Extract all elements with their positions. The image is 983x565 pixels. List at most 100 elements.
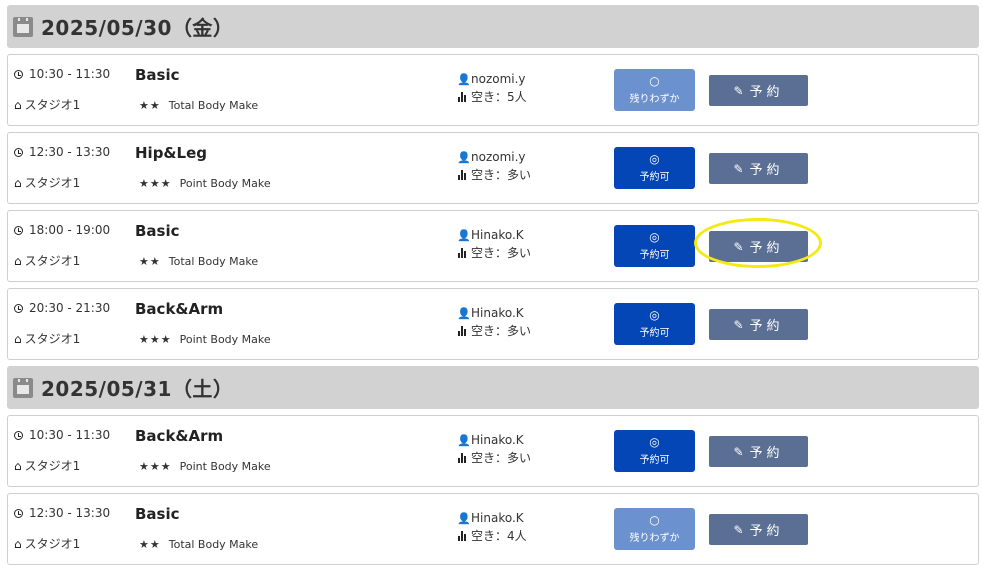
lesson-level: ★★ Total Body Make — [139, 538, 258, 551]
lesson-name: Hip&Leg — [135, 144, 207, 162]
lesson-time: 20:30 - 21:30 — [14, 301, 110, 315]
bar-chart-icon — [458, 452, 466, 463]
lesson-row: 12:30 - 13:30 ⌂ スタジオ1 Hip&Leg ★★★ Point Bo… — [7, 132, 979, 204]
lesson-level: ★★★ Point Body Make — [139, 460, 271, 473]
home-icon: ⌂ — [14, 175, 22, 190]
home-icon: ⌂ — [14, 253, 22, 268]
day-date: 2025/05/31（土） — [41, 377, 234, 401]
calendar-icon — [13, 377, 33, 398]
lesson-studio: ⌂ スタジオ1 — [14, 97, 81, 113]
lesson-level: ★★ Total Body Make — [139, 255, 258, 268]
lesson-time: 12:30 - 13:30 — [14, 506, 110, 520]
instructor: 👤 Hinako.K — [457, 433, 524, 447]
vacancy: 空き：4人 — [457, 527, 527, 544]
pencil-icon: ✎ — [733, 317, 744, 332]
lesson-name: Basic — [135, 66, 180, 84]
home-icon: ⌂ — [14, 536, 22, 551]
availability-button[interactable]: ◎ 予約可 — [614, 147, 695, 189]
difficulty-stars: ★★★ — [139, 177, 172, 190]
lesson-row: 10:30 - 11:30 ⌂ スタジオ1 Basic ★★ Total Body … — [7, 54, 979, 126]
person-icon: 👤 — [457, 72, 471, 86]
lesson-level: ★★★ Point Body Make — [139, 333, 271, 346]
program-name: Point Body Make — [179, 177, 271, 190]
bar-chart-icon — [458, 247, 466, 258]
person-icon: 👤 — [457, 511, 471, 525]
lesson-row: 18:00 - 19:00 ⌂ スタジオ1 Basic ★★ Total Body … — [7, 210, 979, 282]
availability-button[interactable]: ◎ 予約可 — [614, 303, 695, 345]
instructor: 👤 nozomi.y — [457, 72, 526, 86]
reserve-button[interactable]: ✎ 予約 — [709, 309, 808, 340]
home-icon: ⌂ — [14, 331, 22, 346]
instructor: 👤 nozomi.y — [457, 150, 526, 164]
reserve-button[interactable]: ✎ 予約 — [709, 231, 808, 262]
program-name: Point Body Make — [179, 333, 271, 346]
bar-chart-icon — [458, 91, 466, 102]
clock-icon — [14, 508, 23, 518]
lesson-time: 18:00 - 19:00 — [14, 223, 110, 237]
pencil-icon: ✎ — [733, 444, 744, 459]
pencil-icon: ✎ — [733, 83, 744, 98]
program-name: Total Body Make — [168, 255, 259, 268]
vacancy: 空き：多い — [457, 449, 531, 466]
reserve-button[interactable]: ✎ 予約 — [709, 436, 808, 467]
availability-button[interactable]: ◎ 予約可 — [614, 225, 695, 267]
difficulty-stars: ★★★ — [139, 460, 172, 473]
lesson-studio: ⌂ スタジオ1 — [14, 253, 81, 269]
lesson-row: 20:30 - 21:30 ⌂ スタジオ1 Back&Arm ★★★ Point B… — [7, 288, 979, 360]
availability-button[interactable]: ○ 残りわずか — [614, 508, 695, 550]
program-name: Point Body Make — [179, 460, 271, 473]
lesson-studio: ⌂ スタジオ1 — [14, 458, 81, 474]
person-icon: 👤 — [457, 306, 471, 320]
bar-chart-icon — [458, 169, 466, 180]
lesson-row: 12:30 - 13:30 ⌂ スタジオ1 Basic ★★ Total Body … — [7, 493, 979, 565]
lesson-name: Back&Arm — [135, 300, 224, 318]
program-name: Total Body Make — [168, 99, 259, 112]
clock-icon — [14, 430, 23, 440]
lesson-time: 12:30 - 13:30 — [14, 145, 110, 159]
reserve-button[interactable]: ✎ 予約 — [709, 75, 808, 106]
lesson-studio: ⌂ スタジオ1 — [14, 331, 81, 347]
person-icon: 👤 — [457, 228, 471, 242]
availability-button[interactable]: ◎ 予約可 — [614, 430, 695, 472]
instructor: 👤 Hinako.K — [457, 511, 524, 525]
program-name: Total Body Make — [168, 538, 259, 551]
lesson-studio: ⌂ スタジオ1 — [14, 175, 81, 191]
difficulty-stars: ★★ — [139, 99, 161, 112]
clock-icon — [14, 225, 23, 235]
lesson-studio: ⌂ スタジオ1 — [14, 536, 81, 552]
lesson-name: Back&Arm — [135, 427, 224, 445]
vacancy: 空き：5人 — [457, 88, 527, 105]
day-header: 2025/05/31（土） — [7, 366, 979, 409]
calendar-icon — [13, 16, 33, 37]
home-icon: ⌂ — [14, 97, 22, 112]
vacancy: 空き：多い — [457, 166, 531, 183]
lesson-level: ★★★ Point Body Make — [139, 177, 271, 190]
person-icon: 👤 — [457, 433, 471, 447]
pencil-icon: ✎ — [733, 522, 744, 537]
pencil-icon: ✎ — [733, 239, 744, 254]
clock-icon — [14, 147, 23, 157]
difficulty-stars: ★★ — [139, 538, 161, 551]
lesson-name: Basic — [135, 222, 180, 240]
lesson-time: 10:30 - 11:30 — [14, 67, 110, 81]
person-icon: 👤 — [457, 150, 471, 164]
lesson-row: 10:30 - 11:30 ⌂ スタジオ1 Back&Arm ★★★ Point B… — [7, 415, 979, 487]
reserve-button[interactable]: ✎ 予約 — [709, 153, 808, 184]
vacancy: 空き：多い — [457, 322, 531, 339]
pencil-icon: ✎ — [733, 161, 744, 176]
home-icon: ⌂ — [14, 458, 22, 473]
lesson-level: ★★ Total Body Make — [139, 99, 258, 112]
instructor: 👤 Hinako.K — [457, 228, 524, 242]
clock-icon — [14, 69, 23, 79]
day-date: 2025/05/30（金） — [41, 16, 234, 40]
clock-icon — [14, 303, 23, 313]
reserve-button[interactable]: ✎ 予約 — [709, 514, 808, 545]
availability-button[interactable]: ○ 残りわずか — [614, 69, 695, 111]
difficulty-stars: ★★ — [139, 255, 161, 268]
instructor: 👤 Hinako.K — [457, 306, 524, 320]
vacancy: 空き：多い — [457, 244, 531, 261]
lesson-time: 10:30 - 11:30 — [14, 428, 110, 442]
day-header: 2025/05/30（金） — [7, 5, 979, 48]
bar-chart-icon — [458, 325, 466, 336]
difficulty-stars: ★★★ — [139, 333, 172, 346]
